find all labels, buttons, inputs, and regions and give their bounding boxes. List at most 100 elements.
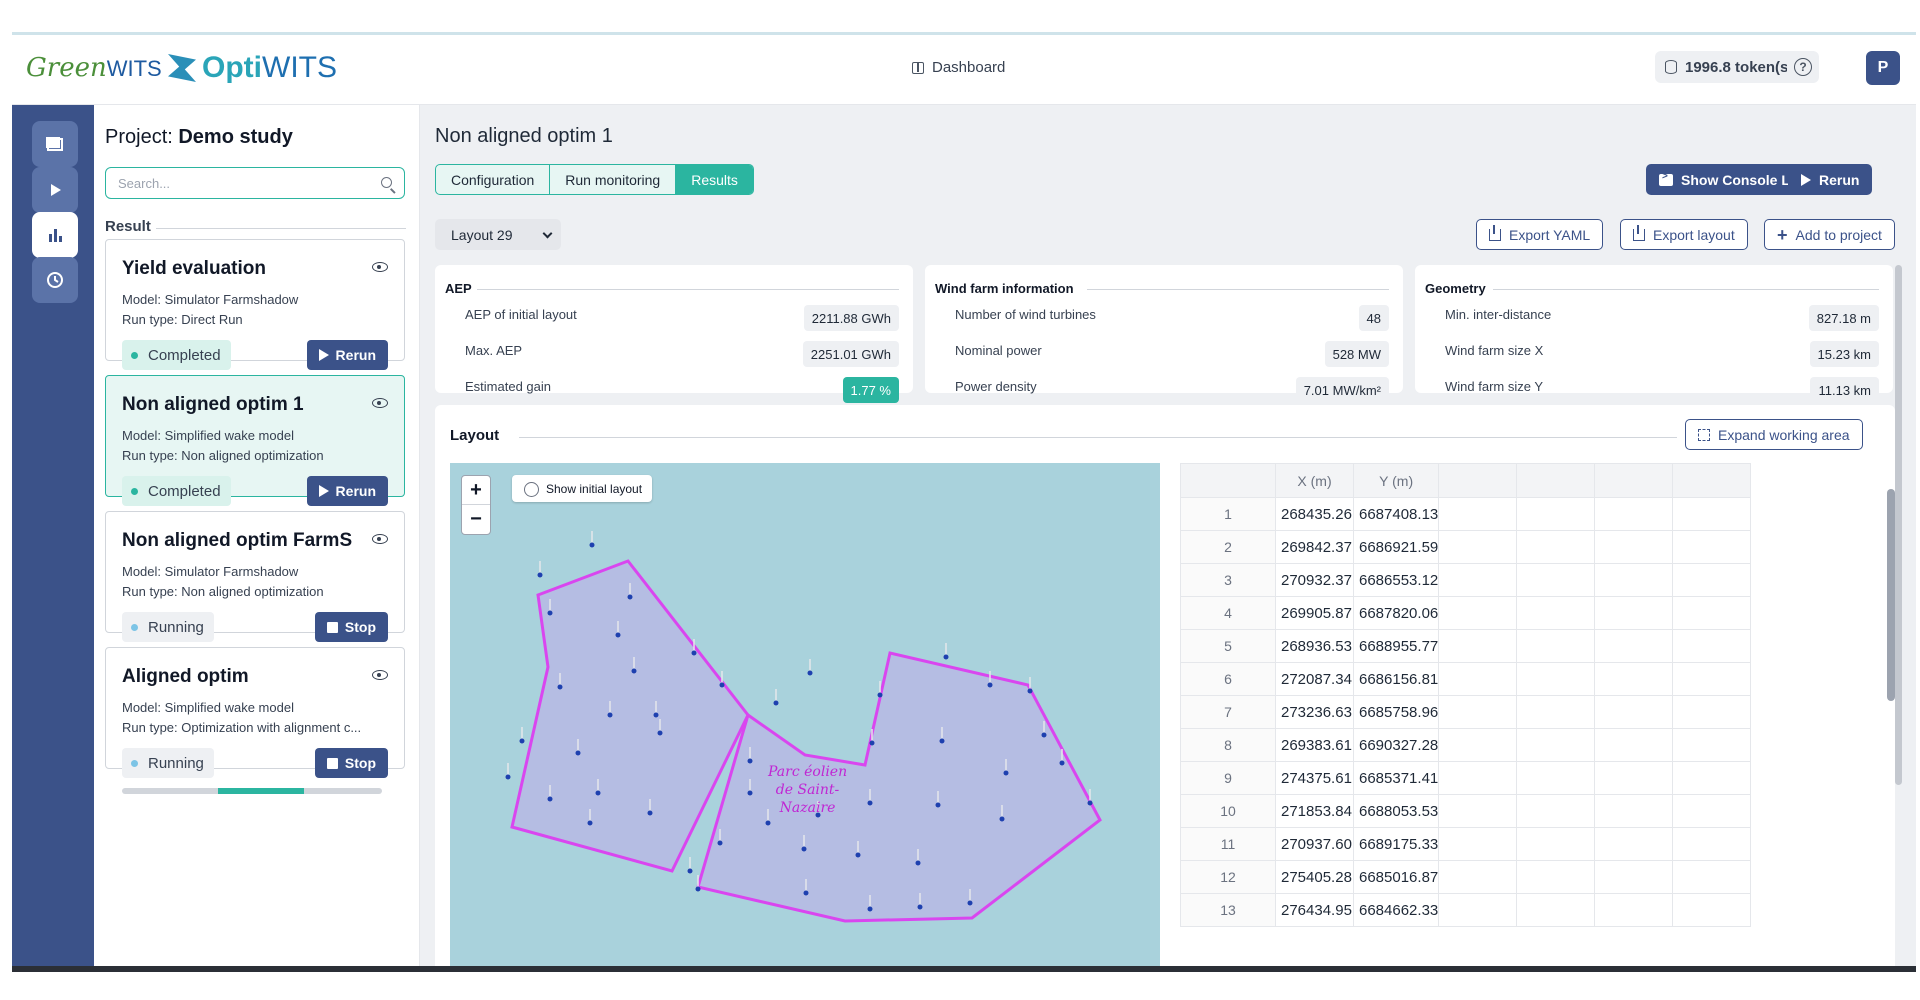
table-header-cell[interactable] [1594,463,1674,498]
row-index[interactable]: 9 [1180,761,1276,795]
greenwits-logo[interactable]: GreenWITS [26,53,162,83]
empty-cell[interactable] [1594,893,1674,927]
row-index[interactable]: 7 [1180,695,1276,729]
row-index[interactable]: 13 [1180,893,1276,927]
table-row[interactable]: 3 270932.37 6686553.12 [1180,563,1752,597]
turbine-marker[interactable] [589,542,595,548]
table-header-cell[interactable] [1180,463,1276,498]
empty-cell[interactable] [1672,596,1752,630]
turbine-marker[interactable] [801,846,807,852]
search-input[interactable]: Search... [105,167,405,199]
turbine-marker[interactable] [877,692,883,698]
turbine-marker[interactable] [867,800,873,806]
empty-cell[interactable] [1516,695,1596,729]
row-index[interactable]: 5 [1180,629,1276,663]
y-coordinate[interactable]: 6686921.59 [1352,530,1440,564]
empty-cell[interactable] [1594,761,1674,795]
table-row[interactable]: 5 268936.53 6688955.77 [1180,629,1752,663]
dashboard-link[interactable]: Dashboard [912,59,1005,76]
empty-cell[interactable] [1672,860,1752,894]
table-row[interactable]: 7 273236.63 6685758.96 [1180,695,1752,729]
layout-map[interactable]: + − Show initial layout Parc éolien de S… [450,463,1160,972]
row-index[interactable]: 8 [1180,728,1276,762]
empty-cell[interactable] [1516,893,1596,927]
result-card[interactable]: Non aligned optim FarmS Model: Simulator… [105,511,405,658]
eye-icon[interactable] [372,534,388,544]
turbine-marker[interactable] [915,860,921,866]
rail-folder-button[interactable] [32,121,78,167]
empty-cell[interactable] [1516,497,1596,531]
table-row[interactable]: 8 269383.61 6690327.28 [1180,728,1752,762]
turbine-marker[interactable] [1041,732,1047,738]
turbine-marker[interactable] [547,796,553,802]
turbine-marker[interactable] [647,810,653,816]
table-header-cell[interactable] [1438,463,1518,498]
row-index[interactable]: 11 [1180,827,1276,861]
table-row[interactable]: 6 272087.34 6686156.81 [1180,662,1752,696]
turbine-marker[interactable] [557,684,563,690]
turbine-marker[interactable] [943,654,949,660]
y-coordinate[interactable]: 6685016.87 [1352,860,1440,894]
empty-cell[interactable] [1516,530,1596,564]
x-coordinate[interactable]: 272087.34 [1275,662,1354,696]
coordinates-table[interactable]: X (m) Y (m) 1 268435.26 6687408.13 2 269842.3… [1180,463,1880,972]
rail-history-button[interactable] [32,257,78,303]
y-coordinate[interactable]: 6687820.06 [1352,596,1440,630]
turbine-marker[interactable] [939,738,945,744]
y-coordinate[interactable]: 6688955.77 [1352,629,1440,663]
empty-cell[interactable] [1516,596,1596,630]
turbine-marker[interactable] [719,682,725,688]
stop-button[interactable]: Stop [314,748,388,778]
help-button[interactable]: ? [1787,51,1819,83]
empty-cell[interactable] [1438,794,1518,828]
turbine-marker[interactable] [747,790,753,796]
empty-cell[interactable] [1672,563,1752,597]
empty-cell[interactable] [1672,530,1752,564]
token-balance[interactable]: 1996.8 token(s) [1655,51,1804,83]
eye-icon[interactable] [372,398,388,408]
rerun-button[interactable]: Rerun [1788,164,1873,195]
turbine-marker[interactable] [765,820,771,826]
export-yaml-button[interactable]: Export YAML [1476,219,1604,250]
y-coordinate[interactable]: 6685758.96 [1352,695,1440,729]
turbine-marker[interactable] [519,738,525,744]
optiwits-logo[interactable]: OptiWITS [168,51,337,85]
turbine-marker[interactable] [587,820,593,826]
empty-cell[interactable] [1672,695,1752,729]
turbine-marker[interactable] [627,594,633,600]
empty-cell[interactable] [1672,662,1752,696]
row-index[interactable]: 6 [1180,662,1276,696]
turbine-marker[interactable] [575,750,581,756]
x-coordinate[interactable]: 270932.37 [1275,563,1354,597]
zoom-out-button[interactable]: − [462,505,490,534]
eye-icon[interactable] [372,262,388,272]
turbine-marker[interactable] [1027,688,1033,694]
turbine-marker[interactable] [537,572,543,578]
row-index[interactable]: 3 [1180,563,1276,597]
x-coordinate[interactable]: 276434.95 [1275,893,1354,927]
empty-cell[interactable] [1516,860,1596,894]
empty-cell[interactable] [1438,596,1518,630]
y-coordinate[interactable]: 6686553.12 [1352,563,1440,597]
turbine-marker[interactable] [773,700,779,706]
row-index[interactable]: 2 [1180,530,1276,564]
empty-cell[interactable] [1594,695,1674,729]
tab-run-monitoring[interactable]: Run monitoring [550,165,677,194]
empty-cell[interactable] [1516,827,1596,861]
empty-cell[interactable] [1438,761,1518,795]
turbine-marker[interactable] [747,758,753,764]
turbine-marker[interactable] [1087,800,1093,806]
expand-working-area-button[interactable]: Expand working area [1685,419,1863,450]
empty-cell[interactable] [1672,761,1752,795]
empty-cell[interactable] [1516,563,1596,597]
table-header-cell[interactable]: Y (m) [1352,463,1440,498]
turbine-marker[interactable] [695,886,701,892]
empty-cell[interactable] [1594,497,1674,531]
y-coordinate[interactable]: 6685371.41 [1352,761,1440,795]
row-index[interactable]: 4 [1180,596,1276,630]
turbine-marker[interactable] [935,802,941,808]
empty-cell[interactable] [1672,794,1752,828]
page-scrollbar[interactable] [1895,265,1902,785]
turbine-marker[interactable] [1003,770,1009,776]
empty-cell[interactable] [1438,893,1518,927]
